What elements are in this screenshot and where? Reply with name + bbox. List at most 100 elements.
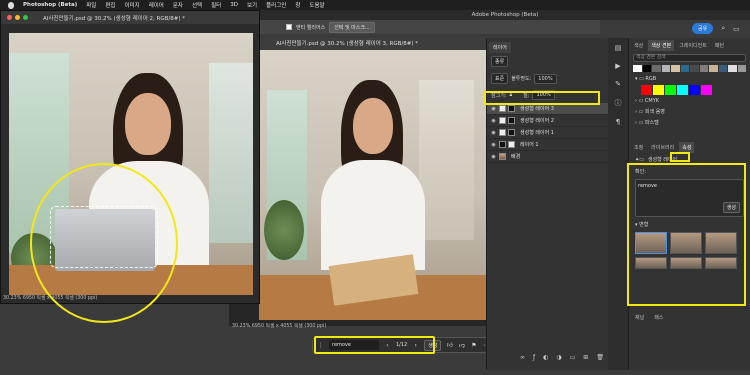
menu-3d[interactable]: 3D [230, 2, 238, 8]
properties-panel-highlight [627, 163, 746, 306]
color-swatch[interactable] [642, 65, 651, 72]
main-canvas[interactable] [229, 50, 488, 326]
glyph-icon[interactable]: ¶ [616, 118, 620, 126]
color-swatch[interactable] [689, 85, 700, 95]
mask-icon[interactable]: ◐ [543, 354, 548, 361]
layer-thumbnail [499, 117, 506, 124]
tab-gradients[interactable]: 그레이디언트 [676, 40, 710, 51]
tab-adjustments[interactable]: 조정 [631, 142, 646, 153]
floating-window-titlebar[interactable]: AI사진만들기.psd @ 30.2% (생성형 레이어 2, RGB/8#) … [1, 11, 259, 24]
menu-layer[interactable]: 레이어 [149, 1, 164, 9]
swatch-group-cmyk[interactable]: › ▭ CMYK [629, 96, 750, 106]
layer-row-layer-1[interactable]: ◉ 레이어 1 [487, 139, 608, 151]
color-swatch[interactable] [728, 65, 737, 72]
layers-tab[interactable]: 레이어 [489, 42, 511, 53]
menu-filter[interactable]: 필터 [211, 1, 221, 9]
tab-patterns[interactable]: 패턴 [712, 40, 727, 51]
main-document-tab[interactable]: AI사진만들기.psd @ 30.2% (생성형 레이어 3, RGB/8#) … [260, 38, 488, 50]
layer-thumbnail [499, 141, 506, 148]
play-icon[interactable]: ▶ [615, 62, 620, 70]
apple-icon[interactable] [8, 1, 14, 9]
layers-panel: 레이어 종류 표준 불투명도: 100% 잠그기: 🔒︎ 칠: 100% ◉ 생… [486, 38, 608, 370]
info-icon[interactable]: ⓘ [615, 98, 622, 108]
share-button[interactable]: 공유 [692, 23, 714, 34]
menu-view[interactable]: 보기 [247, 1, 257, 9]
layer-name: 배경 [511, 154, 521, 160]
group-icon[interactable]: ▭ [570, 354, 576, 361]
layer-row-generative-1[interactable]: ◉ 생성형 레이어 1 [487, 127, 608, 139]
layer-mask-thumbnail [508, 105, 515, 112]
layer-row-generative-2[interactable]: ◉ 생성형 레이어 2 [487, 115, 608, 127]
new-layer-icon[interactable]: ⊞ [583, 354, 588, 361]
app-menu[interactable]: Photoshop (Beta) [23, 2, 77, 8]
color-swatch[interactable] [718, 65, 727, 72]
context-bar-highlight [314, 336, 435, 354]
adjustment-icon[interactable]: ◑ [556, 354, 561, 361]
color-swatch[interactable] [665, 85, 676, 95]
workspace-icon[interactable]: ▭ [733, 25, 740, 33]
color-swatch[interactable] [680, 65, 689, 72]
color-swatch[interactable] [641, 85, 652, 95]
color-swatch[interactable] [633, 65, 642, 72]
menu-help[interactable]: 도움말 [309, 1, 324, 9]
color-swatch[interactable] [677, 85, 688, 95]
blend-mode-select[interactable]: 표준 [491, 73, 509, 84]
swatch-group-rgb[interactable]: ▾ ▭ RGB [629, 74, 750, 84]
recent-swatches [633, 65, 746, 72]
visibility-eye-icon[interactable]: ◉ [490, 106, 497, 112]
flag-icon[interactable]: ⚑ [470, 342, 477, 349]
layer-thumbnail [499, 105, 506, 112]
properties-tab-highlight [670, 152, 690, 162]
layer-kind-select[interactable]: 종류 [491, 56, 509, 67]
color-swatch[interactable] [671, 65, 680, 72]
menu-window[interactable]: 창 [295, 1, 300, 9]
tab-channels[interactable]: 채널 [632, 312, 647, 323]
group-label: CMYK [644, 98, 660, 104]
menu-select[interactable]: 선택 [192, 1, 202, 9]
menu-edit[interactable]: 편집 [105, 1, 115, 9]
link-icon[interactable]: ∞ [520, 354, 525, 361]
opacity-label: 불투명도: [511, 76, 532, 82]
opacity-input[interactable]: 100% [534, 73, 557, 84]
visibility-eye-icon[interactable]: ◉ [490, 118, 497, 124]
top-right-controls: 공유 ⌕ ▭ [692, 23, 740, 34]
history-icon[interactable]: ▤ [615, 44, 622, 52]
layer-thumbnail [499, 153, 506, 160]
brush-icon[interactable]: ✎ [615, 80, 621, 88]
minimize-icon[interactable] [15, 15, 20, 20]
color-swatch[interactable] [661, 65, 670, 72]
menu-file[interactable]: 파일 [86, 1, 96, 9]
search-icon[interactable]: ⌕ [721, 24, 725, 33]
color-swatch[interactable] [737, 65, 746, 72]
menu-plugins[interactable]: 플러그인 [266, 1, 286, 9]
menu-image[interactable]: 이미지 [125, 1, 140, 9]
color-swatch[interactable] [699, 65, 708, 72]
tab-swatches[interactable]: 색상 견본 [648, 40, 675, 51]
zoom-icon[interactable] [23, 15, 28, 20]
fx-icon[interactable]: ƒ [533, 354, 535, 361]
color-swatch[interactable] [709, 65, 718, 72]
tab-color[interactable]: 색상 [631, 40, 646, 51]
layer-thumbnail [499, 129, 506, 136]
color-swatch[interactable] [701, 85, 712, 95]
antialias-checkbox[interactable] [286, 24, 292, 30]
channels-paths-tabs: 채널 패스 [628, 312, 750, 323]
thumbs-up-icon[interactable]: 👍︎ [446, 342, 453, 349]
visibility-eye-icon[interactable]: ◉ [490, 154, 497, 160]
swatch-group-gray[interactable]: › ▭ 회색 음영 [629, 106, 750, 117]
menu-type[interactable]: 문자 [173, 1, 183, 9]
visibility-eye-icon[interactable]: ◉ [490, 142, 497, 148]
color-swatch[interactable] [652, 65, 661, 72]
layer-row-background[interactable]: ◉ 배경 [487, 151, 608, 163]
swatches-search-input[interactable]: 색상 견본 검색 [633, 54, 746, 62]
color-swatch[interactable] [653, 85, 664, 95]
thumbs-down-icon[interactable]: 👎︎ [458, 342, 465, 349]
close-icon[interactable] [7, 15, 12, 20]
color-swatch[interactable] [690, 65, 699, 72]
trash-icon[interactable]: 🗑︎ [596, 354, 604, 361]
swatch-group-pastel[interactable]: › ▭ 파스텔 [629, 117, 750, 128]
generative-layer-icon: ✦▭ [635, 156, 644, 163]
select-mask-button[interactable]: 선택 및 마스크... [329, 21, 375, 33]
tab-paths[interactable]: 패스 [651, 312, 666, 323]
visibility-eye-icon[interactable]: ◉ [490, 130, 497, 136]
